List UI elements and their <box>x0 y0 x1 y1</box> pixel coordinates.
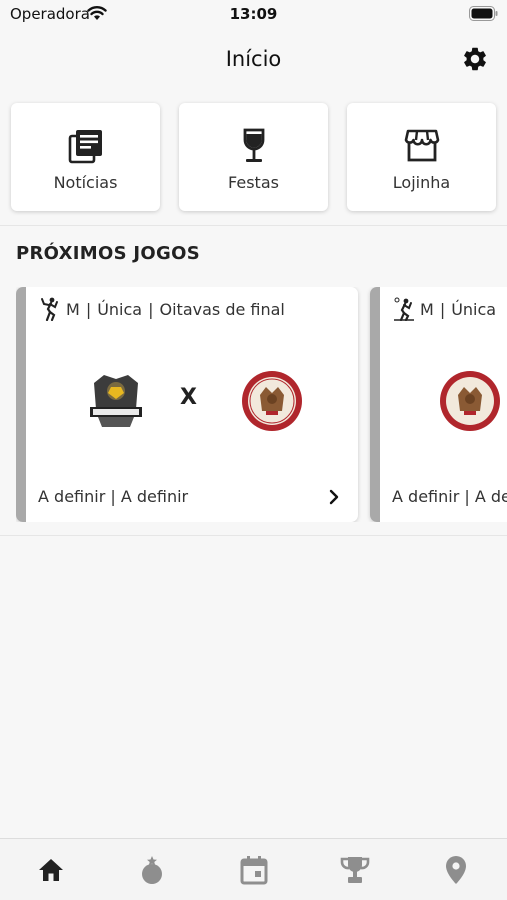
battery-icon <box>469 6 498 21</box>
wine-glass-icon <box>243 128 264 162</box>
matchup: X <box>26 369 358 439</box>
parties-label: Festas <box>228 173 279 192</box>
clock: 13:09 <box>229 5 278 23</box>
tab-home[interactable] <box>0 839 101 900</box>
section-title: PRÓXIMOS JOGOS <box>16 243 200 264</box>
game-phase: Única <box>451 299 497 319</box>
tab-medal[interactable] <box>101 839 202 900</box>
card-accent <box>370 287 380 522</box>
game-card[interactable]: M | Única | Oitavas de final X A definir… <box>16 287 358 522</box>
calendar-icon <box>240 855 268 884</box>
team-logo-home <box>440 371 500 431</box>
separator: | <box>85 299 92 319</box>
trophy-icon <box>340 856 370 883</box>
news-icon <box>68 130 102 164</box>
game-card[interactable]: M | Única A definir | A definir <box>370 287 507 522</box>
separator: | <box>439 299 446 319</box>
vs-label: X <box>180 385 197 410</box>
card-accent <box>16 287 26 522</box>
tab-trophy[interactable] <box>304 839 405 900</box>
divider <box>0 225 507 226</box>
news-card[interactable]: Notícias <box>11 103 160 211</box>
game-gender: M <box>420 299 434 319</box>
game-gender: M <box>66 299 80 319</box>
team-logo-away <box>242 371 302 431</box>
location-icon <box>446 855 467 884</box>
store-label: Lojinha <box>392 173 451 192</box>
tab-bar <box>0 838 507 900</box>
divider <box>0 535 507 536</box>
quick-actions: Notícias Festas Lojinha <box>11 103 497 211</box>
volleyball-player-icon <box>41 297 58 321</box>
status-bar: Operadora 13:09 <box>0 0 507 30</box>
games-carousel[interactable]: M | Única | Oitavas de final X A definir… <box>16 287 507 522</box>
medal-icon <box>142 855 163 884</box>
parties-card[interactable]: Festas <box>179 103 328 211</box>
gear-icon <box>464 47 486 71</box>
nav-bar: Início <box>0 30 507 94</box>
team-logo-home <box>90 375 142 427</box>
game-round: Oitavas de final <box>159 299 285 319</box>
chevron-right-icon[interactable] <box>328 489 340 505</box>
home-icon <box>38 858 63 881</box>
beach-volleyball-icon <box>394 297 414 321</box>
settings-button[interactable] <box>461 45 489 73</box>
game-phase: Única <box>97 299 143 319</box>
separator: | <box>148 299 154 319</box>
tab-calendar[interactable] <box>203 839 304 900</box>
matchup <box>380 369 507 439</box>
page-title: Início <box>225 47 282 71</box>
game-schedule: A definir | A definir <box>392 487 507 506</box>
store-icon <box>404 129 439 162</box>
game-header: M | Única | Oitavas de final <box>40 297 285 321</box>
store-card[interactable]: Lojinha <box>347 103 496 211</box>
game-header: M | Única <box>394 297 496 321</box>
game-schedule: A definir | A definir <box>38 487 189 506</box>
tab-location[interactable] <box>406 839 507 900</box>
news-label: Notícias <box>53 173 118 192</box>
